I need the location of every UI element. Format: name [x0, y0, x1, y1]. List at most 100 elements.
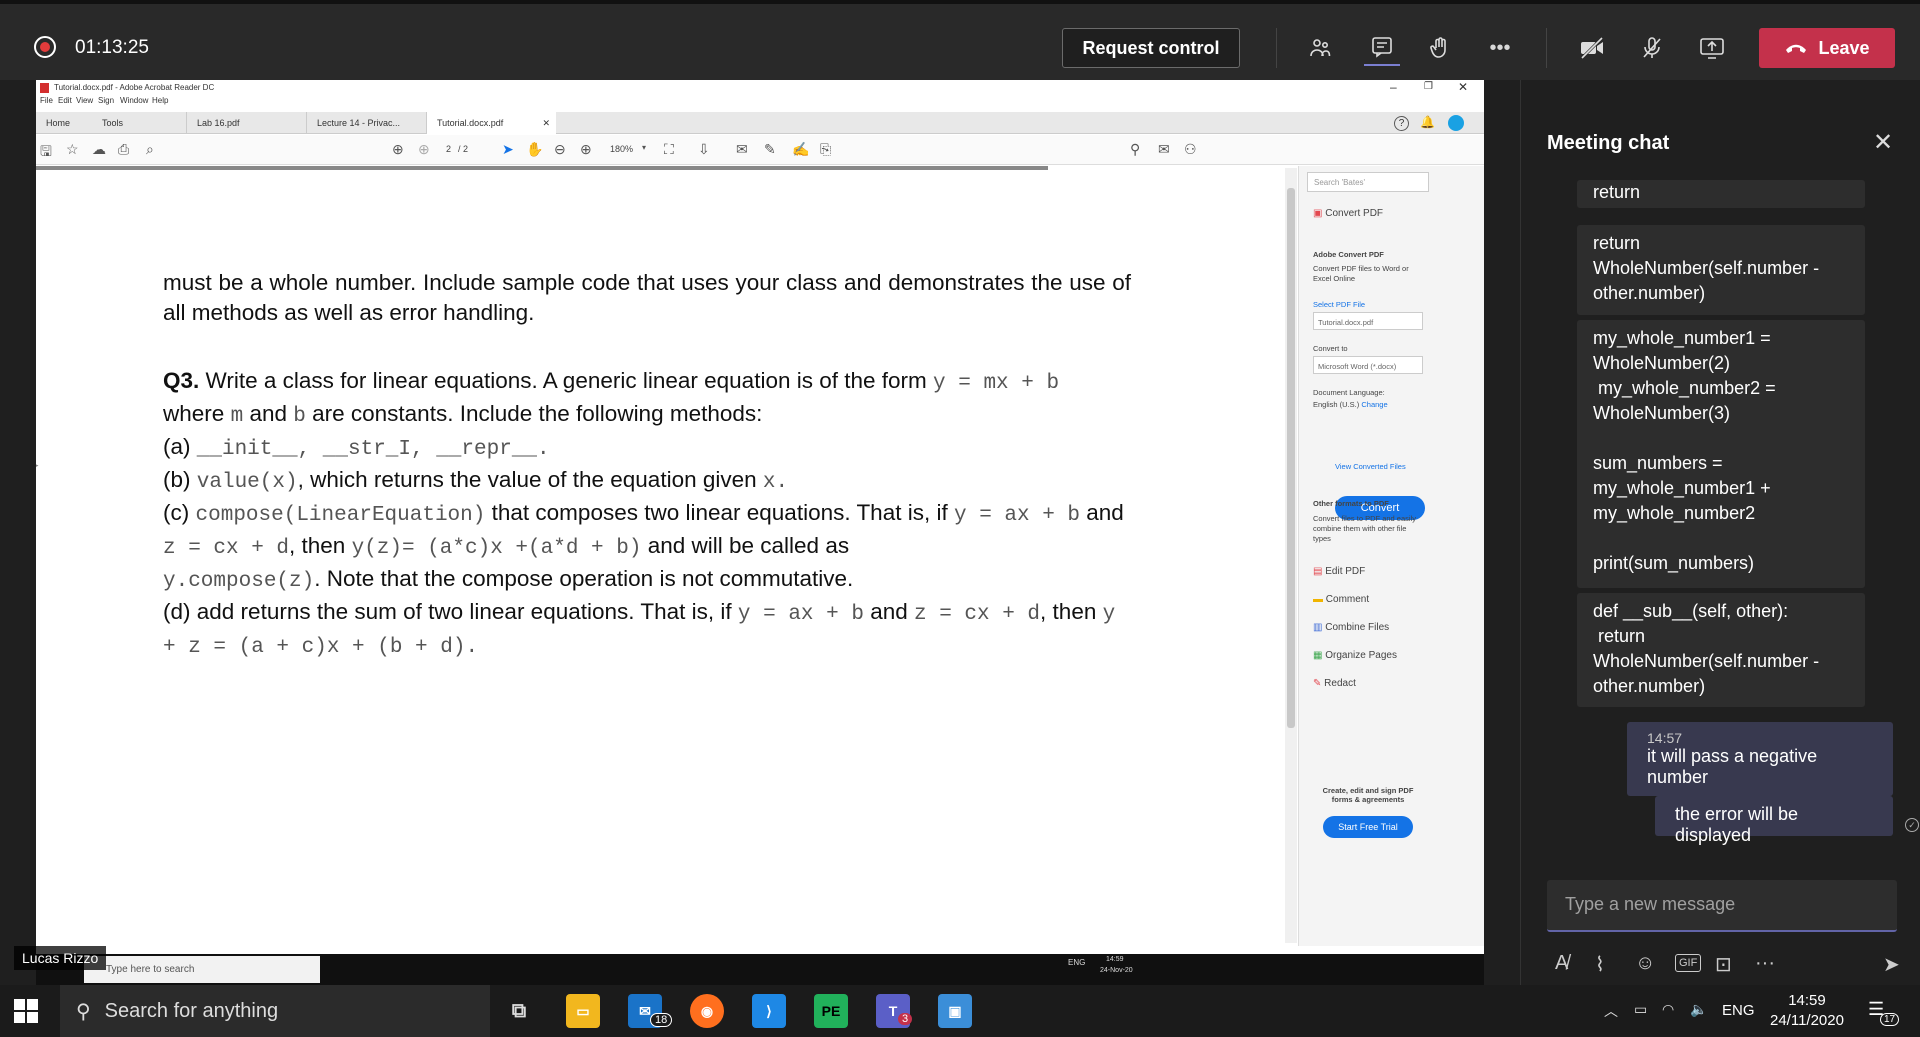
window-title: Tutorial.docx.pdf - Adobe Acrobat Reader… [54, 83, 215, 92]
mail-badge: 18 [650, 1013, 673, 1027]
email-icon[interactable]: ✉ [1158, 141, 1170, 158]
restore-icon[interactable]: ❐ [1424, 81, 1433, 92]
menu-file[interactable]: File [40, 96, 53, 105]
more-actions-icon[interactable]: ••• [1482, 30, 1518, 66]
page-current[interactable]: 2 [446, 144, 451, 154]
notifications-bell-icon[interactable]: 🔔 [1420, 115, 1435, 129]
convert-pdf-header[interactable]: ▣ Convert PDF [1313, 208, 1383, 219]
pycharm-edu-icon[interactable]: PE [814, 994, 848, 1028]
q3-label: Q3. [163, 368, 200, 393]
start-free-trial-button[interactable]: Start Free Trial [1323, 816, 1413, 838]
convert-format-select[interactable]: Microsoft Word (*.docx) [1313, 356, 1423, 374]
change-language-link[interactable]: Change [1361, 400, 1387, 409]
highlight-pen-icon[interactable]: ✎ [764, 141, 776, 158]
zoom-level[interactable]: 180% [610, 144, 633, 154]
upload-cloud-icon[interactable]: ☁ [92, 141, 106, 158]
comment-icon[interactable]: ✉ [736, 141, 748, 158]
close-window-icon[interactable]: ✕ [1458, 80, 1468, 94]
system-clock[interactable]: 14:59 24/11/2020 [1770, 991, 1844, 1031]
selected-file-field[interactable]: Tutorial.docx.pdf [1313, 312, 1423, 330]
format-icon[interactable]: A̸ [1555, 952, 1568, 975]
zoom-search-icon[interactable]: ⌕ [146, 141, 154, 158]
other-formats-title[interactable]: Other formats to PDF [1313, 499, 1389, 508]
acrobat-logo-icon [40, 83, 49, 93]
q3-form: y = mx + b [933, 372, 1060, 395]
battery-icon[interactable]: ▭ [1634, 1001, 1647, 1018]
pane-search-input[interactable]: Search 'Bates' [1307, 172, 1429, 192]
document-scroll-thumb[interactable] [1287, 188, 1295, 728]
close-tab-icon[interactable]: ✕ [542, 118, 550, 129]
fit-page-icon[interactable]: ⛶ [664, 141, 674, 158]
tool-edit-pdf[interactable]: ▤ Edit PDF [1313, 566, 1365, 577]
convert-pdf-label: Convert PDF [1325, 208, 1384, 219]
file-explorer-icon[interactable]: ▭ [566, 994, 600, 1028]
select-cursor-icon[interactable]: ➤ [502, 141, 514, 158]
tab-tutorial[interactable]: Tutorial.docx.pdf ✕ [426, 112, 556, 134]
bookmark-star-icon[interactable]: ☆ [66, 141, 79, 158]
remote-desktop-icon[interactable]: ▣ [938, 994, 972, 1028]
gif-icon[interactable]: GIF [1675, 954, 1702, 972]
tab-home[interactable]: Home [36, 112, 92, 134]
sign-icon[interactable]: ✍ [792, 141, 809, 158]
volume-icon[interactable]: 🔈 [1690, 1001, 1707, 1018]
tool-comment[interactable]: ▬ Comment [1313, 594, 1369, 605]
request-control-button[interactable]: Request control [1062, 28, 1240, 68]
firefox-icon[interactable]: ◉ [690, 994, 724, 1028]
chat-message-input[interactable]: Type a new message [1547, 880, 1897, 932]
share-link-icon[interactable]: ⚲ [1130, 141, 1140, 158]
vscode-icon[interactable]: ⟩ [752, 994, 786, 1028]
menu-window[interactable]: Window [120, 96, 148, 105]
minimize-icon[interactable]: – [1390, 80, 1397, 94]
organize-pages-label: Organize Pages [1325, 650, 1397, 661]
prev-page-icon[interactable]: ⊕ [392, 141, 404, 158]
scroll-mode-icon[interactable]: ⇩ [698, 141, 710, 158]
print-icon[interactable]: ⎙ [118, 141, 129, 158]
tool-combine-files[interactable]: ▥ Combine Files [1313, 622, 1389, 633]
chat-icon[interactable] [1364, 30, 1400, 66]
item-c-text1: that composes two linear equations. That… [491, 500, 948, 525]
add-user-icon[interactable]: ⚇ [1184, 141, 1197, 158]
camera-off-icon[interactable] [1574, 30, 1610, 66]
menu-sign[interactable]: Sign [98, 96, 114, 105]
mic-off-icon[interactable] [1634, 30, 1670, 66]
wifi-icon[interactable]: ◠ [1662, 1001, 1674, 1018]
view-converted-link[interactable]: View Converted Files [1335, 462, 1406, 471]
document-scrollbar[interactable] [1285, 168, 1297, 943]
fill-sign-icon[interactable]: ⎘ [820, 141, 831, 158]
save-icon[interactable]: 🖫 [40, 141, 52, 165]
more-options-icon[interactable]: ··· [1755, 952, 1775, 975]
hand-tool-icon[interactable]: ✋ [526, 141, 543, 158]
teams-top-bar: 01:13:25 Request control ••• Leave [0, 0, 1920, 80]
zoom-dropdown-icon[interactable]: ▾ [642, 143, 646, 152]
menu-edit[interactable]: Edit [58, 96, 72, 105]
share-screen-icon[interactable] [1694, 30, 1730, 66]
windows-start-icon[interactable] [14, 999, 38, 1023]
tool-organize-pages[interactable]: ▦ Organize Pages [1313, 650, 1397, 661]
attach-icon[interactable]: ⌇ [1595, 952, 1605, 977]
tab-tools[interactable]: Tools [92, 112, 152, 134]
language-indicator[interactable]: ENG [1722, 1002, 1755, 1019]
tab-lab16[interactable]: Lab 16.pdf [186, 112, 306, 134]
menu-help[interactable]: Help [152, 96, 168, 105]
close-chat-icon[interactable]: ✕ [1873, 128, 1893, 157]
taskbar-search-box[interactable]: ⚲ Search for anything [60, 985, 490, 1037]
tool-redact[interactable]: ✎ Redact [1313, 678, 1356, 689]
page-total: / 2 [458, 144, 469, 154]
left-pane-toggle-icon[interactable]: ▸ [36, 460, 39, 471]
zoom-out-icon[interactable]: ⊖ [554, 141, 566, 158]
help-icon[interactable]: ? [1394, 116, 1409, 131]
sticker-icon[interactable]: ⊡ [1715, 952, 1732, 977]
tab-lecture14[interactable]: Lecture 14 - Privac... [306, 112, 426, 134]
send-icon[interactable]: ➤ [1883, 952, 1900, 977]
raise-hand-icon[interactable] [1422, 30, 1458, 66]
chat-message: return [1577, 180, 1865, 208]
menu-view[interactable]: View [76, 96, 93, 105]
tray-chevron-icon[interactable]: ︿ [1604, 1001, 1618, 1021]
participants-icon[interactable] [1302, 30, 1338, 66]
next-page-icon[interactable]: ⊕ [418, 141, 430, 158]
task-view-icon[interactable]: ⧉ [502, 994, 536, 1028]
emoji-icon[interactable]: ☺ [1635, 952, 1655, 975]
leave-button[interactable]: Leave [1759, 28, 1895, 68]
zoom-in-icon[interactable]: ⊕ [580, 141, 592, 158]
account-avatar[interactable] [1448, 115, 1464, 131]
